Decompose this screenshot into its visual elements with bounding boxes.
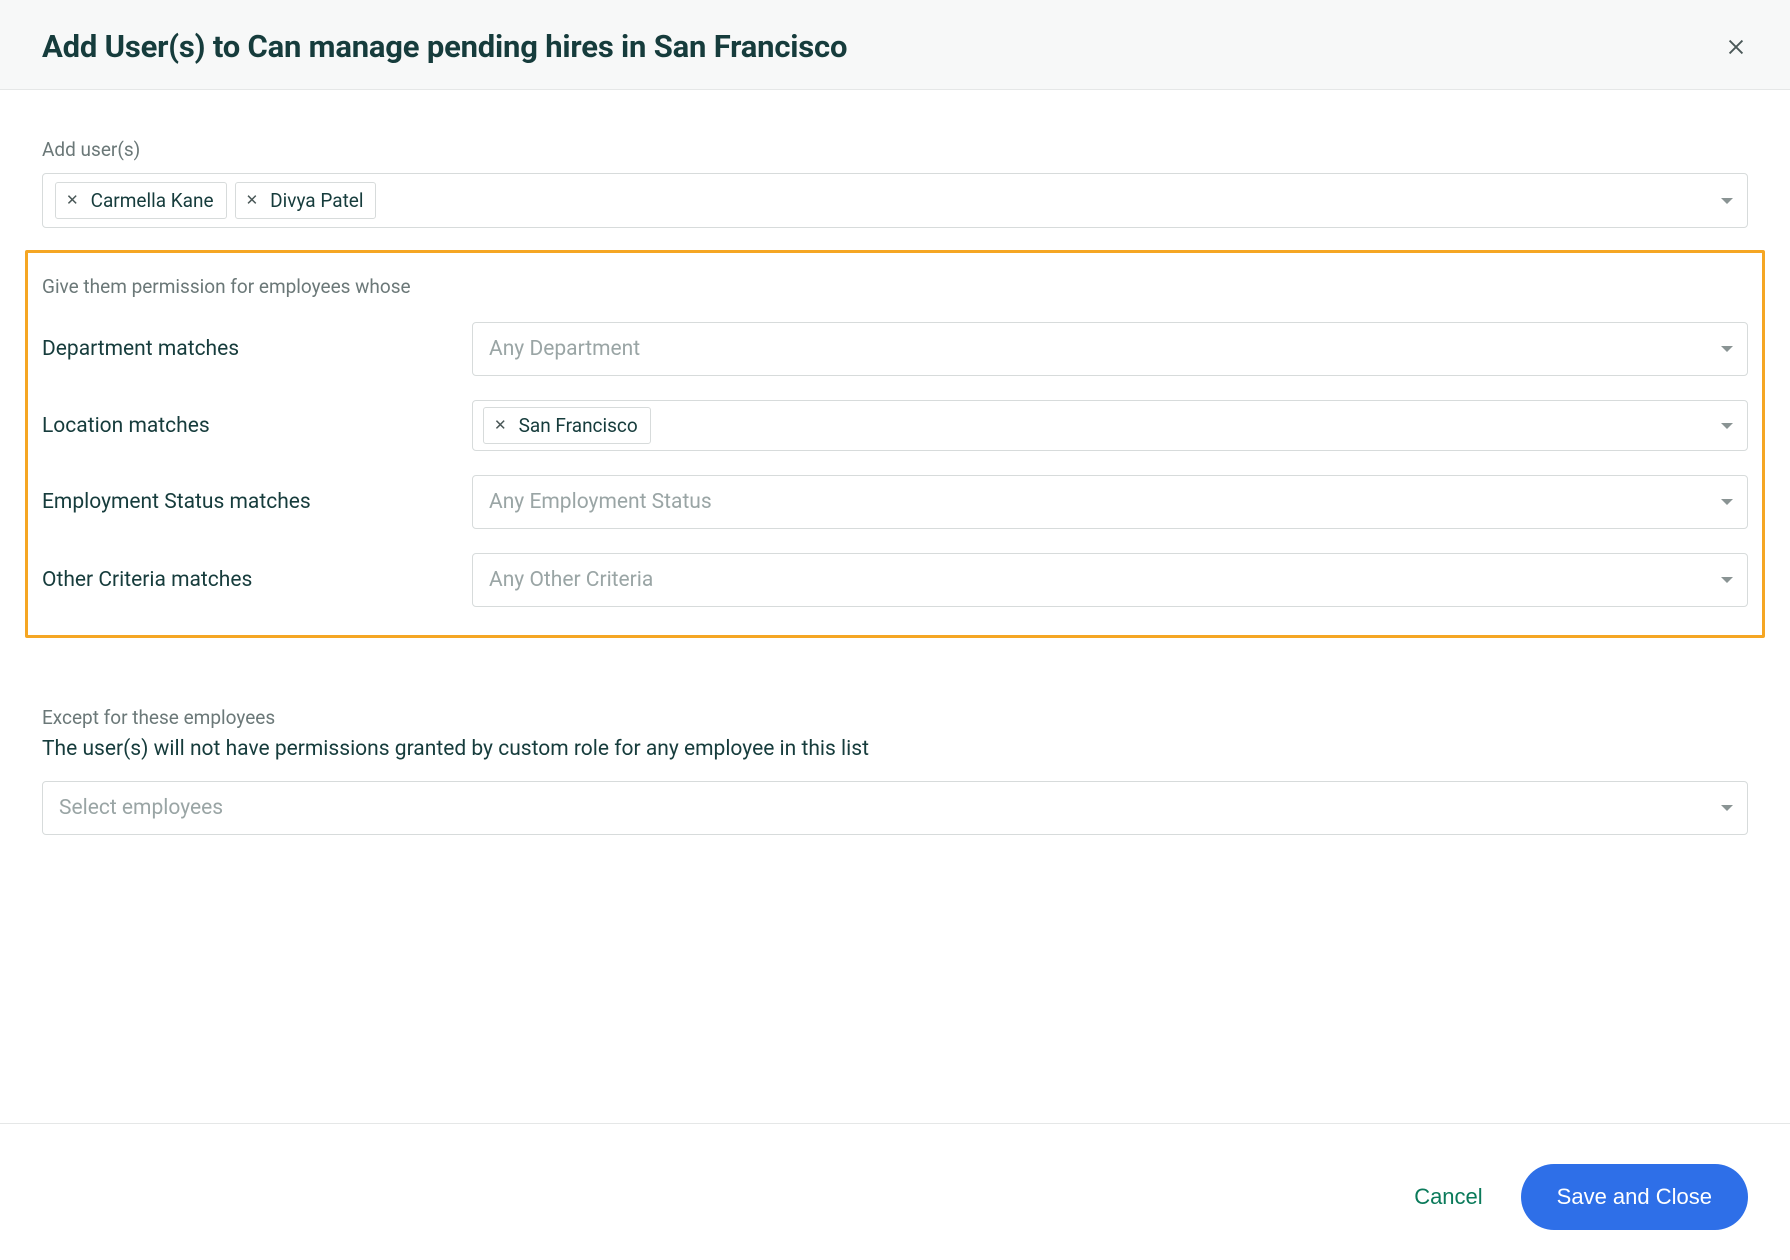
add-users-modal: Add User(s) to Can manage pending hires … bbox=[0, 0, 1790, 1260]
except-employees-select[interactable]: Select employees bbox=[42, 781, 1748, 835]
other-criteria-select[interactable]: Any Other Criteria bbox=[472, 553, 1748, 607]
criteria-row-other-criteria: Other Criteria matches Any Other Criteri… bbox=[42, 553, 1748, 607]
criteria-heading: Give them permission for employees whose bbox=[42, 275, 1748, 298]
chip-label: San Francisco bbox=[519, 414, 638, 437]
user-chip: ✕ Divya Patel bbox=[235, 182, 377, 219]
dropdown-caret-icon bbox=[1721, 577, 1733, 583]
modal-title: Add User(s) to Can manage pending hires … bbox=[42, 28, 847, 65]
dropdown-caret-icon bbox=[1721, 198, 1733, 204]
chip-label: Divya Patel bbox=[270, 189, 363, 212]
criteria-label: Employment Status matches bbox=[42, 490, 472, 514]
except-description: The user(s) will not have permissions gr… bbox=[42, 737, 1748, 761]
chip-remove-icon[interactable]: ✕ bbox=[64, 193, 81, 208]
select-placeholder: Select employees bbox=[59, 796, 223, 820]
save-and-close-button[interactable]: Save and Close bbox=[1521, 1164, 1748, 1230]
add-users-label: Add user(s) bbox=[42, 138, 1748, 161]
close-button[interactable] bbox=[1724, 35, 1748, 59]
criteria-row-department: Department matches Any Department bbox=[42, 322, 1748, 376]
modal-header: Add User(s) to Can manage pending hires … bbox=[0, 0, 1790, 90]
criteria-row-employment-status: Employment Status matches Any Employment… bbox=[42, 475, 1748, 529]
department-select[interactable]: Any Department bbox=[472, 322, 1748, 376]
dropdown-caret-icon bbox=[1721, 423, 1733, 429]
chip-remove-icon[interactable]: ✕ bbox=[492, 418, 509, 433]
select-placeholder: Any Other Criteria bbox=[489, 568, 653, 592]
except-heading: Except for these employees bbox=[42, 706, 1748, 729]
select-placeholder: Any Department bbox=[489, 337, 640, 361]
chip-remove-icon[interactable]: ✕ bbox=[244, 193, 261, 208]
criteria-label: Other Criteria matches bbox=[42, 568, 472, 592]
chip-label: Carmella Kane bbox=[91, 189, 214, 212]
criteria-label: Location matches bbox=[42, 414, 472, 438]
modal-content: Add user(s) ✕ Carmella Kane ✕ Divya Pate… bbox=[0, 90, 1790, 1123]
dropdown-caret-icon bbox=[1721, 346, 1733, 352]
location-chip: ✕ San Francisco bbox=[483, 407, 651, 444]
modal-footer: Cancel Save and Close bbox=[0, 1123, 1790, 1260]
criteria-row-location: Location matches ✕ San Francisco bbox=[42, 400, 1748, 451]
location-select[interactable]: ✕ San Francisco bbox=[472, 400, 1748, 451]
dropdown-caret-icon bbox=[1721, 499, 1733, 505]
except-section: Except for these employees The user(s) w… bbox=[42, 706, 1748, 835]
criteria-highlight: Give them permission for employees whose… bbox=[25, 250, 1765, 638]
close-icon bbox=[1725, 36, 1747, 58]
cancel-button[interactable]: Cancel bbox=[1406, 1174, 1490, 1220]
dropdown-caret-icon bbox=[1721, 805, 1733, 811]
user-chip: ✕ Carmella Kane bbox=[55, 182, 227, 219]
employment-status-select[interactable]: Any Employment Status bbox=[472, 475, 1748, 529]
select-placeholder: Any Employment Status bbox=[489, 490, 712, 514]
criteria-label: Department matches bbox=[42, 337, 472, 361]
add-users-field[interactable]: ✕ Carmella Kane ✕ Divya Patel bbox=[42, 173, 1748, 228]
